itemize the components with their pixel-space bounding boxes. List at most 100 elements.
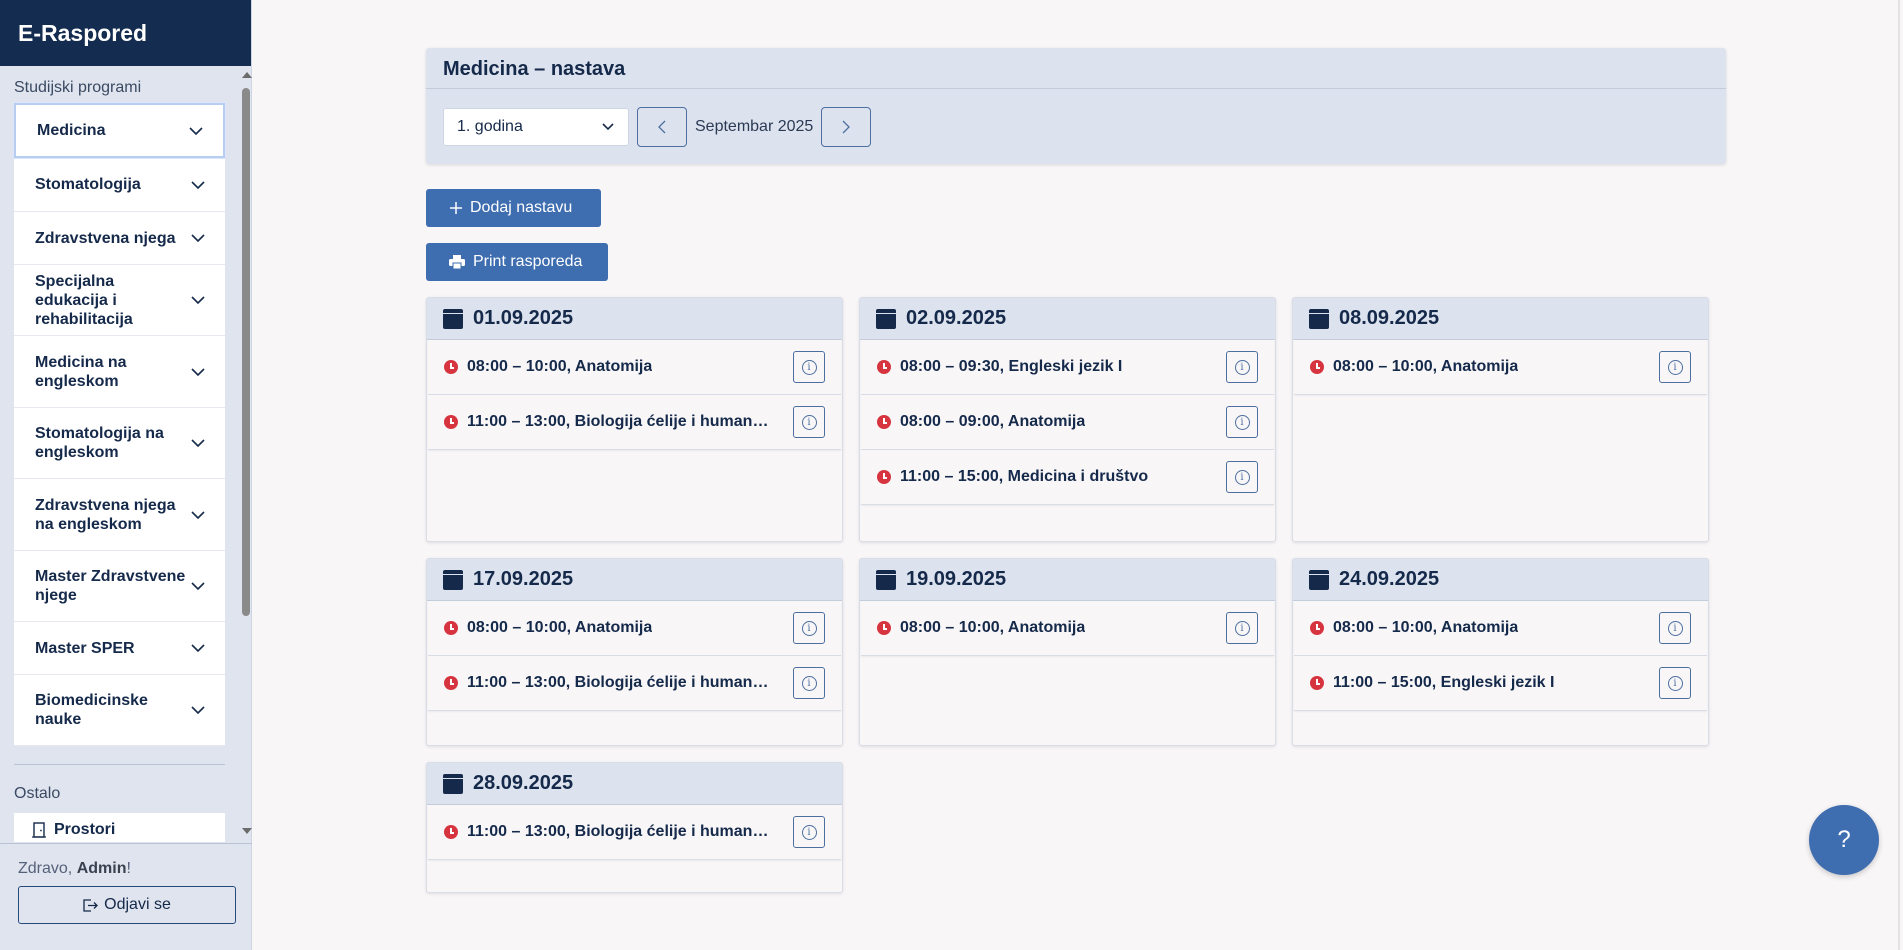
info-button[interactable]: i xyxy=(1659,351,1691,383)
lecture-entry[interactable]: 08:00 – 10:00, Anatomija i xyxy=(861,601,1274,656)
sidebar-item-medicina-engleski[interactable]: Medicina na engleskom xyxy=(14,336,225,408)
sidebar-item-label: Medicina xyxy=(37,122,106,139)
lecture-entry[interactable]: 08:00 – 10:00, Anatomija i xyxy=(428,340,841,395)
year-select[interactable]: 1. godina xyxy=(443,108,629,146)
sidebar-item-label: Master SPER xyxy=(35,639,135,657)
info-button[interactable]: i xyxy=(793,612,825,644)
print-schedule-button[interactable]: Print rasporeda xyxy=(426,243,608,281)
day-card: 02.09.2025 08:00 – 09:30, Engleski jezik… xyxy=(859,297,1276,542)
sidebar-item-specijalna-edukacija[interactable]: Specijalna edukacija i rehabilitacija xyxy=(14,265,225,336)
help-button[interactable]: ? xyxy=(1809,805,1879,875)
info-icon: i xyxy=(801,414,817,430)
clock-icon xyxy=(877,621,891,635)
add-lecture-label: Dodaj nastavu xyxy=(470,199,573,216)
lecture-entry[interactable]: 08:00 – 09:00, Anatomija i xyxy=(861,395,1274,450)
scroll-down-arrow-icon[interactable] xyxy=(242,828,252,834)
page-scrollbar[interactable] xyxy=(1896,0,1903,950)
sidebar-scrollbar[interactable] xyxy=(240,66,252,842)
day-date: 17.09.2025 xyxy=(473,568,574,590)
info-button[interactable]: i xyxy=(1659,612,1691,644)
sidebar-item-master-sper[interactable]: Master SPER xyxy=(14,622,225,675)
day-card: 01.09.2025 08:00 – 10:00, Anatomija i 11:… xyxy=(426,297,843,542)
sidebar-footer: Zdravo, Admin! Odjavi se xyxy=(0,843,252,950)
calendar-icon xyxy=(876,308,896,329)
lecture-text: 11:00 – 13:00, Biologija ćelije i humana… xyxy=(467,413,777,430)
chevron-down-icon xyxy=(191,706,205,715)
calendar-icon xyxy=(1309,308,1329,329)
info-button[interactable]: i xyxy=(1226,461,1258,493)
next-month-button[interactable] xyxy=(821,107,872,147)
prev-month-button[interactable] xyxy=(637,107,687,147)
lecture-entry[interactable]: 11:00 – 13:00, Biologija ćelije i humana… xyxy=(428,656,841,711)
day-card: 19.09.2025 08:00 – 10:00, Anatomija i xyxy=(859,558,1276,746)
scroll-up-arrow-icon[interactable] xyxy=(242,72,252,78)
info-button[interactable]: i xyxy=(1226,351,1258,383)
info-icon: i xyxy=(1667,675,1683,691)
day-date: 02.09.2025 xyxy=(906,307,1007,329)
info-icon: i xyxy=(1234,469,1250,485)
clock-icon xyxy=(444,676,458,690)
day-date: 08.09.2025 xyxy=(1339,307,1440,329)
info-button[interactable]: i xyxy=(793,667,825,699)
sidebar-item-label: Specijalna edukacija i rehabilitacija xyxy=(35,272,133,328)
chevron-down-icon xyxy=(191,644,205,653)
sidebar-item-biomedicinske-nauke[interactable]: Biomedicinske nauke xyxy=(14,675,225,746)
programs-section-label: Studijski programi xyxy=(14,79,142,96)
info-button[interactable]: i xyxy=(1226,612,1258,644)
info-icon: i xyxy=(801,824,817,840)
printer-icon xyxy=(449,255,465,269)
program-list: Medicina Stomatologija Zdravstvena njega… xyxy=(14,103,225,746)
lecture-entry[interactable]: 11:00 – 13:00, Biologija ćelije i humana… xyxy=(428,805,841,860)
info-button[interactable]: i xyxy=(1226,406,1258,438)
info-button[interactable]: i xyxy=(793,406,825,438)
clock-icon xyxy=(877,360,891,374)
calendar-icon xyxy=(443,308,463,329)
lecture-text: 08:00 – 09:00, Anatomija xyxy=(900,413,1086,430)
lecture-entry[interactable]: 08:00 – 10:00, Anatomija i xyxy=(428,601,841,656)
sidebar-item-label: Prostori xyxy=(54,821,116,838)
year-select-value: 1. godina xyxy=(457,118,523,135)
sidebar-item-master-zdravstvene-njege[interactable]: Master Zdravstvene njege xyxy=(14,551,225,622)
info-button[interactable]: i xyxy=(793,816,825,848)
info-button[interactable]: i xyxy=(793,351,825,383)
greeting: Zdravo, Admin! xyxy=(18,860,252,878)
scrollbar-thumb[interactable] xyxy=(242,88,250,616)
info-icon: i xyxy=(1667,359,1683,375)
lecture-entry[interactable]: 11:00 – 13:00, Biologija ćelije i humana… xyxy=(428,395,841,450)
user-name: Admin xyxy=(76,860,127,877)
lecture-entry[interactable]: 08:00 – 10:00, Anatomija i xyxy=(1294,340,1707,395)
door-icon xyxy=(32,822,46,838)
add-lecture-button[interactable]: Dodaj nastavu xyxy=(426,189,601,227)
lecture-text: 08:00 – 09:30, Engleski jezik I xyxy=(900,358,1123,375)
sidebar-item-prostori[interactable]: Prostori xyxy=(14,813,225,842)
sidebar-item-stomatologija-engleski[interactable]: Stomatologija na engleskom xyxy=(14,408,225,479)
chevron-down-icon xyxy=(191,510,205,519)
sidebar-item-medicina[interactable]: Medicina xyxy=(14,103,225,158)
lecture-entry[interactable]: 08:00 – 09:30, Engleski jezik I i xyxy=(861,340,1274,395)
info-icon: i xyxy=(801,675,817,691)
logout-button[interactable]: Odjavi se xyxy=(18,886,236,924)
info-icon: i xyxy=(1234,414,1250,430)
clock-icon xyxy=(444,415,458,429)
chevron-left-icon xyxy=(658,120,666,134)
chevron-down-icon xyxy=(191,180,205,189)
day-date: 01.09.2025 xyxy=(473,307,574,329)
sidebar-item-zdravstvena-njega[interactable]: Zdravstvena njega xyxy=(14,212,225,265)
calendar-icon xyxy=(876,569,896,590)
lecture-entry[interactable]: 08:00 – 10:00, Anatomija i xyxy=(1294,601,1707,656)
day-header: 28.09.2025 xyxy=(427,763,842,805)
lecture-entry[interactable]: 11:00 – 15:00, Medicina i društvo i xyxy=(861,450,1274,505)
clock-icon xyxy=(877,415,891,429)
calendar-icon xyxy=(443,569,463,590)
info-button[interactable]: i xyxy=(1659,667,1691,699)
sidebar-item-stomatologija[interactable]: Stomatologija xyxy=(14,158,225,212)
clock-icon xyxy=(877,470,891,484)
lecture-entry[interactable]: 11:00 – 15:00, Engleski jezik I i xyxy=(1294,656,1707,711)
info-icon: i xyxy=(801,359,817,375)
sidebar-item-zdravstvena-njega-engleski[interactable]: Zdravstvena njega na engleskom xyxy=(14,479,225,551)
chevron-down-icon xyxy=(602,123,614,131)
sidebar-divider xyxy=(14,764,225,765)
sidebar-item-label: Zdravstvena njega na engleskom xyxy=(35,496,176,533)
brand-title: E-Raspored xyxy=(0,0,251,66)
lecture-text: 11:00 – 15:00, Engleski jezik I xyxy=(1333,674,1555,691)
